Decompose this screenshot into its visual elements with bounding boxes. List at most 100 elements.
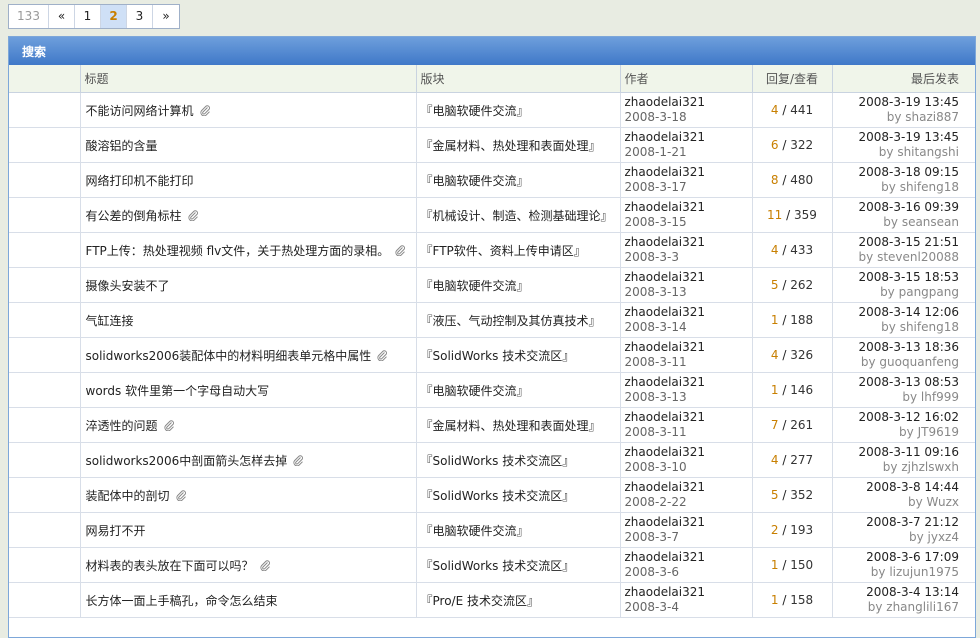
reply-count: 11: [767, 208, 783, 222]
author-link[interactable]: zhaodelai321: [625, 270, 748, 285]
author-link[interactable]: zhaodelai321: [625, 340, 748, 355]
last-post-user[interactable]: lhf999: [921, 390, 959, 404]
last-post-user[interactable]: shifeng18: [900, 180, 959, 194]
header-topic: 标题: [80, 65, 417, 93]
forum-link[interactable]: 『电脑软硬件交流』: [421, 104, 529, 118]
row-icon-cell: [9, 162, 81, 198]
topic-link[interactable]: solidworks2006中剖面箭头怎样去掉: [86, 454, 288, 468]
last-post-time[interactable]: 2008-3-13 08:53: [837, 375, 960, 390]
view-count: 352: [790, 488, 814, 502]
forum-link[interactable]: 『SolidWorks 技术交流区』: [421, 489, 575, 503]
forum-link[interactable]: 『电脑软硬件交流』: [421, 279, 529, 293]
topic-link[interactable]: 网易打不开: [86, 524, 146, 538]
post-date: 2008-3-18: [624, 110, 687, 124]
topic-link[interactable]: 长方体一面上手稿孔，命令怎么结束: [86, 594, 278, 608]
last-post-time[interactable]: 2008-3-19 13:45: [837, 95, 960, 110]
last-post-time[interactable]: 2008-3-6 17:09: [837, 550, 959, 565]
last-post-time[interactable]: 2008-3-4 13:14: [837, 585, 959, 600]
topic-link[interactable]: 气缸连接: [86, 314, 134, 328]
last-post-user[interactable]: guoquanfeng: [879, 355, 959, 369]
last-post-time[interactable]: 2008-3-13 18:36: [837, 340, 960, 355]
author-link[interactable]: zhaodelai321: [625, 480, 748, 495]
forum-cell: 『电脑软硬件交流』: [416, 372, 621, 408]
header-last-post: 最后发表: [832, 65, 975, 93]
topic-link[interactable]: 酸溶铝的含量: [86, 139, 158, 153]
forum-link[interactable]: 『金属材料、热处理和表面处理』: [421, 419, 601, 433]
last-post-user[interactable]: shifeng18: [900, 320, 959, 334]
last-post-user[interactable]: shitangshi: [897, 145, 959, 159]
by-label: by: [881, 180, 896, 194]
author-link[interactable]: zhaodelai321: [625, 165, 748, 180]
author-link[interactable]: zhaodelai321: [625, 410, 748, 425]
topic-link[interactable]: 摄像头安装不了: [86, 279, 170, 293]
forum-link[interactable]: 『电脑软硬件交流』: [421, 174, 529, 188]
author-link[interactable]: zhaodelai321: [625, 515, 748, 530]
post-date: 2008-3-6: [624, 565, 679, 579]
topic-link[interactable]: 网络打印机不能打印: [86, 174, 194, 188]
last-post-cell: 2008-3-15 21:51 by stevenl20088: [832, 232, 975, 268]
last-post-user[interactable]: Wuzx: [927, 495, 959, 509]
topic-link[interactable]: 装配体中的剖切: [86, 489, 170, 503]
last-post-time[interactable]: 2008-3-12 16:02: [837, 410, 960, 425]
reply-count: 7: [770, 418, 779, 432]
last-post-time[interactable]: 2008-3-14 12:06: [837, 305, 960, 320]
header-stats: 回复/查看: [752, 65, 833, 93]
forum-link[interactable]: 『电脑软硬件交流』: [421, 524, 529, 538]
last-post-time[interactable]: 2008-3-11 09:16: [837, 445, 960, 460]
last-post-time[interactable]: 2008-3-19 13:45: [837, 130, 960, 145]
pager-prev-button[interactable]: «: [49, 5, 75, 28]
forum-link[interactable]: 『金属材料、热处理和表面处理』: [421, 139, 601, 153]
last-post-user[interactable]: shazi887: [905, 110, 959, 124]
last-post-time[interactable]: 2008-3-15 21:51: [837, 235, 960, 250]
topic-link[interactable]: words 软件里第一个字母自动大写: [86, 384, 270, 398]
reply-count: 4: [770, 103, 779, 117]
last-post-user[interactable]: stevenl20088: [877, 250, 959, 264]
author-link[interactable]: zhaodelai321: [625, 585, 748, 600]
author-link[interactable]: zhaodelai321: [625, 375, 748, 390]
stats-cell: 11 / 359: [752, 197, 833, 233]
forum-link[interactable]: 『机械设计、制造、检测基础理论』: [421, 209, 613, 223]
stats-separator: /: [782, 278, 787, 292]
last-post-time[interactable]: 2008-3-18 09:15: [837, 165, 960, 180]
last-post-user[interactable]: zjhzlswxh: [901, 460, 959, 474]
author-link[interactable]: zhaodelai321: [625, 200, 748, 215]
pager-page-1[interactable]: 1: [75, 5, 101, 28]
topic-link[interactable]: solidworks2006装配体中的材料明细表单元格中属性: [86, 349, 372, 363]
author-link[interactable]: zhaodelai321: [625, 305, 748, 320]
last-post-user[interactable]: lizujun1975: [889, 565, 959, 579]
author-link[interactable]: zhaodelai321: [625, 235, 748, 250]
pager-next-button[interactable]: »: [153, 5, 179, 28]
last-post-time[interactable]: 2008-3-8 14:44: [837, 480, 959, 495]
last-post-time[interactable]: 2008-3-7 21:12: [837, 515, 959, 530]
forum-link[interactable]: 『SolidWorks 技术交流区』: [421, 454, 575, 468]
row-icon-cell: [9, 302, 81, 338]
forum-link[interactable]: 『SolidWorks 技术交流区』: [421, 349, 575, 363]
topic-link[interactable]: 不能访问网络计算机: [86, 104, 194, 118]
forum-link[interactable]: 『FTP软件、资料上传申请区』: [421, 244, 586, 258]
last-post-time[interactable]: 2008-3-15 18:53: [837, 270, 960, 285]
view-count: 277: [790, 453, 814, 467]
last-post-time[interactable]: 2008-3-16 09:39: [837, 200, 960, 215]
last-post-user[interactable]: seansean: [902, 215, 959, 229]
last-post-user[interactable]: jyxz4: [928, 530, 959, 544]
last-post-cell: 2008-3-19 13:45 by shitangshi: [832, 127, 975, 163]
topic-link[interactable]: FTP上传：热处理视频 flv文件，关于热处理方面的录相。: [86, 244, 390, 258]
forum-link[interactable]: 『液压、气动控制及其仿真技术』: [421, 314, 601, 328]
table-row: FTP上传：热处理视频 flv文件，关于热处理方面的录相。 『FTP软件、资料上传…: [9, 232, 975, 268]
topic-link[interactable]: 淬透性的问题: [86, 419, 158, 433]
last-post-user[interactable]: JT9619: [918, 425, 959, 439]
forum-link[interactable]: 『电脑软硬件交流』: [421, 384, 529, 398]
author-link[interactable]: zhaodelai321: [625, 550, 748, 565]
author-link[interactable]: zhaodelai321: [625, 95, 748, 110]
pager-page-3[interactable]: 3: [127, 5, 153, 28]
author-link[interactable]: zhaodelai321: [625, 445, 748, 460]
forum-link[interactable]: 『SolidWorks 技术交流区』: [421, 559, 575, 573]
last-post-user[interactable]: zhanglili167: [886, 600, 959, 614]
author-link[interactable]: zhaodelai321: [625, 130, 748, 145]
forum-link[interactable]: 『Pro/E 技术交流区』: [421, 594, 539, 608]
topic-link[interactable]: 有公差的倒角标柱: [86, 209, 182, 223]
last-post-user[interactable]: pangpang: [899, 285, 959, 299]
topic-cell: 装配体中的剖切: [80, 477, 417, 513]
topic-link[interactable]: 材料表的表头放在下面可以吗？: [86, 559, 254, 573]
forum-cell: 『电脑软硬件交流』: [416, 92, 621, 128]
